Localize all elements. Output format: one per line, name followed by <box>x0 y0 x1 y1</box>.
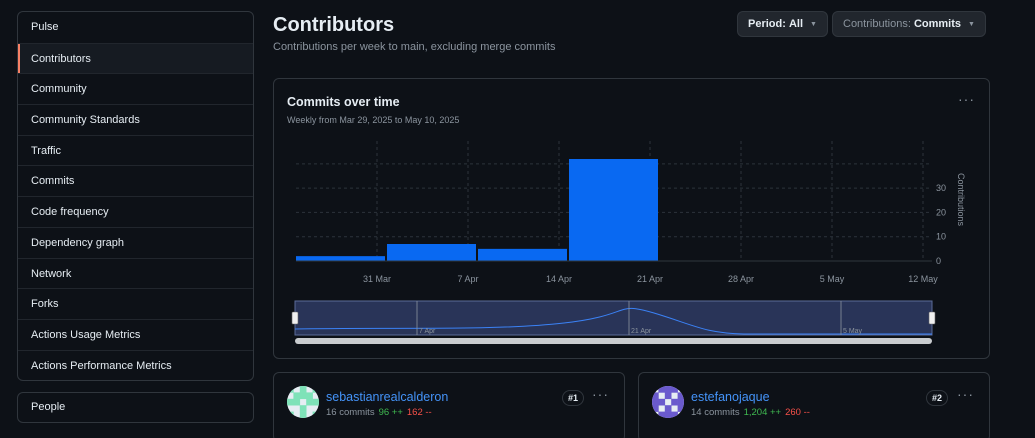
rank-badge: #1 <box>562 390 585 406</box>
bar-mar-31 <box>387 244 476 261</box>
bar-mar-24 <box>296 256 385 261</box>
additions-count: 96 ++ <box>378 407 403 418</box>
identicon-cell <box>306 392 313 400</box>
identicon-cell <box>671 411 678 418</box>
identicon-cell <box>312 411 319 418</box>
x-tick-label: 21 Apr <box>637 274 663 284</box>
contributor-name[interactable]: sebastianrealcalderon <box>326 390 448 404</box>
identicon-cell <box>299 392 307 400</box>
identicon-cell <box>664 405 672 412</box>
navigator-label: 5 May <box>843 328 863 335</box>
period-value: All <box>788 18 804 30</box>
identicon-cell <box>664 411 672 418</box>
identicon-cell <box>299 386 307 393</box>
identicon-cell <box>293 398 301 406</box>
identicon-cell <box>671 398 678 406</box>
x-tick-label: 28 Apr <box>728 274 754 284</box>
navigator-scrollbar <box>295 338 932 344</box>
page-subtitle: Contributions per week to main, excludin… <box>273 41 556 53</box>
kebab-menu-icon[interactable]: ··· <box>592 386 609 402</box>
bar-apr-7 <box>478 248 567 261</box>
identicon-cell <box>312 386 319 393</box>
period-select-button[interactable]: Period: All ▼ <box>737 11 828 37</box>
y-tick-label: 20 <box>936 207 946 217</box>
contributor-stats: 14 commits 1,204 ++ 260 -- <box>691 407 810 418</box>
page-title: Contributors <box>273 14 395 36</box>
identicon-cell <box>658 398 666 406</box>
identicon-cell <box>652 405 659 412</box>
y-tick-label: 30 <box>936 183 946 193</box>
sidebar-item-forks[interactable]: Forks <box>18 288 253 319</box>
identicon-cell <box>671 386 678 393</box>
x-tick-label: 12 May <box>908 274 938 284</box>
contributions-value: Commits <box>913 18 961 30</box>
commits-chart-panel: Commits over time Weekly from Mar 29, 20… <box>273 78 990 359</box>
identicon-cell <box>312 398 319 406</box>
identicon-cell <box>677 398 684 406</box>
insights-sidebar: Pulse Contributors Community Community S… <box>17 11 254 382</box>
identicon-avatar-2 <box>652 386 684 418</box>
rank-badge: #2 <box>926 390 949 406</box>
identicon-cell <box>664 392 672 400</box>
y-tick-label: 0 <box>936 256 941 266</box>
deletions-count: 162 -- <box>406 407 432 418</box>
identicon-cell <box>287 398 294 406</box>
navigator-label: 7 Apr <box>419 328 436 335</box>
sidebar-item-code-frequency[interactable]: Code frequency <box>18 196 253 227</box>
period-label: Period: <box>748 18 786 30</box>
identicon-cell <box>299 411 307 418</box>
identicon-cell <box>658 411 666 418</box>
kebab-menu-icon[interactable]: ··· <box>957 386 974 402</box>
contributions-label: Contributions: <box>843 18 911 30</box>
contributor-name[interactable]: estefanojaque <box>691 390 770 404</box>
commit-count: 14 commits <box>691 407 740 418</box>
commits-chart: 0 10 20 30 Contributions 31 Mar 7 Apr 14 Apr 21 … <box>291 141 966 344</box>
navigator-handle <box>291 311 299 325</box>
x-tick-label: 5 May <box>820 274 845 284</box>
x-tick-label: 31 Mar <box>363 274 391 284</box>
contributor-card: estefanojaque 14 commits 1,204 ++ 260 -- #… <box>638 372 990 438</box>
identicon-avatar-1 <box>287 386 319 418</box>
identicon-cell <box>658 386 666 393</box>
sidebar-item-dependency-graph[interactable]: Dependency graph <box>18 226 253 258</box>
sidebar-item-network[interactable]: Network <box>18 257 253 289</box>
identicon-cell <box>652 392 659 400</box>
sidebar-item-commits[interactable]: Commits <box>18 165 253 196</box>
x-tick-label: 14 Apr <box>546 274 572 284</box>
identicon-cell <box>677 405 684 412</box>
identicon-cell <box>664 386 672 393</box>
sidebar-item-people[interactable]: People <box>17 392 254 423</box>
identicon-cell <box>677 392 684 400</box>
contributions-select-button[interactable]: Contributions: Commits ▼ <box>832 11 986 37</box>
contributor-card: sebastianrealcalderon 16 commits 96 ++ 162… <box>273 372 625 438</box>
sidebar-item-actions-usage-metrics[interactable]: Actions Usage Metrics <box>18 318 253 350</box>
sidebar-item-community-standards[interactable]: Community Standards <box>18 104 253 135</box>
sidebar-item-actions-performance-metrics[interactable]: Actions Performance Metrics <box>18 349 253 381</box>
contributor-stats: 16 commits 96 ++ 162 -- <box>326 407 432 418</box>
caret-down-icon: ▼ <box>810 21 817 28</box>
identicon-cell <box>306 398 313 406</box>
bar-apr-14 <box>569 159 658 261</box>
x-tick-label: 7 Apr <box>457 274 478 284</box>
sidebar-item-community[interactable]: Community <box>18 73 253 104</box>
deletions-count: 260 -- <box>785 407 810 418</box>
identicon-cell <box>287 386 294 393</box>
avatar <box>287 386 319 418</box>
y-tick-label: 10 <box>936 232 946 242</box>
identicon-cell <box>287 411 294 418</box>
avatar <box>652 386 684 418</box>
identicon-cell <box>652 398 659 406</box>
sidebar-item-traffic[interactable]: Traffic <box>18 134 253 166</box>
sidebar-item-contributors[interactable]: Contributors <box>18 42 253 74</box>
commit-count: 16 commits <box>326 407 375 418</box>
identicon-cell <box>293 392 301 400</box>
identicon-cell <box>299 405 307 412</box>
additions-count: 1,204 ++ <box>743 407 782 418</box>
navigator-window <box>294 300 933 336</box>
y-axis-label: Contributions <box>956 173 966 227</box>
navigator-label: 21 Apr <box>631 328 652 335</box>
caret-down-icon: ▼ <box>968 21 975 28</box>
navigator-handle <box>928 311 936 325</box>
sidebar-item-pulse[interactable]: Pulse <box>18 12 253 43</box>
